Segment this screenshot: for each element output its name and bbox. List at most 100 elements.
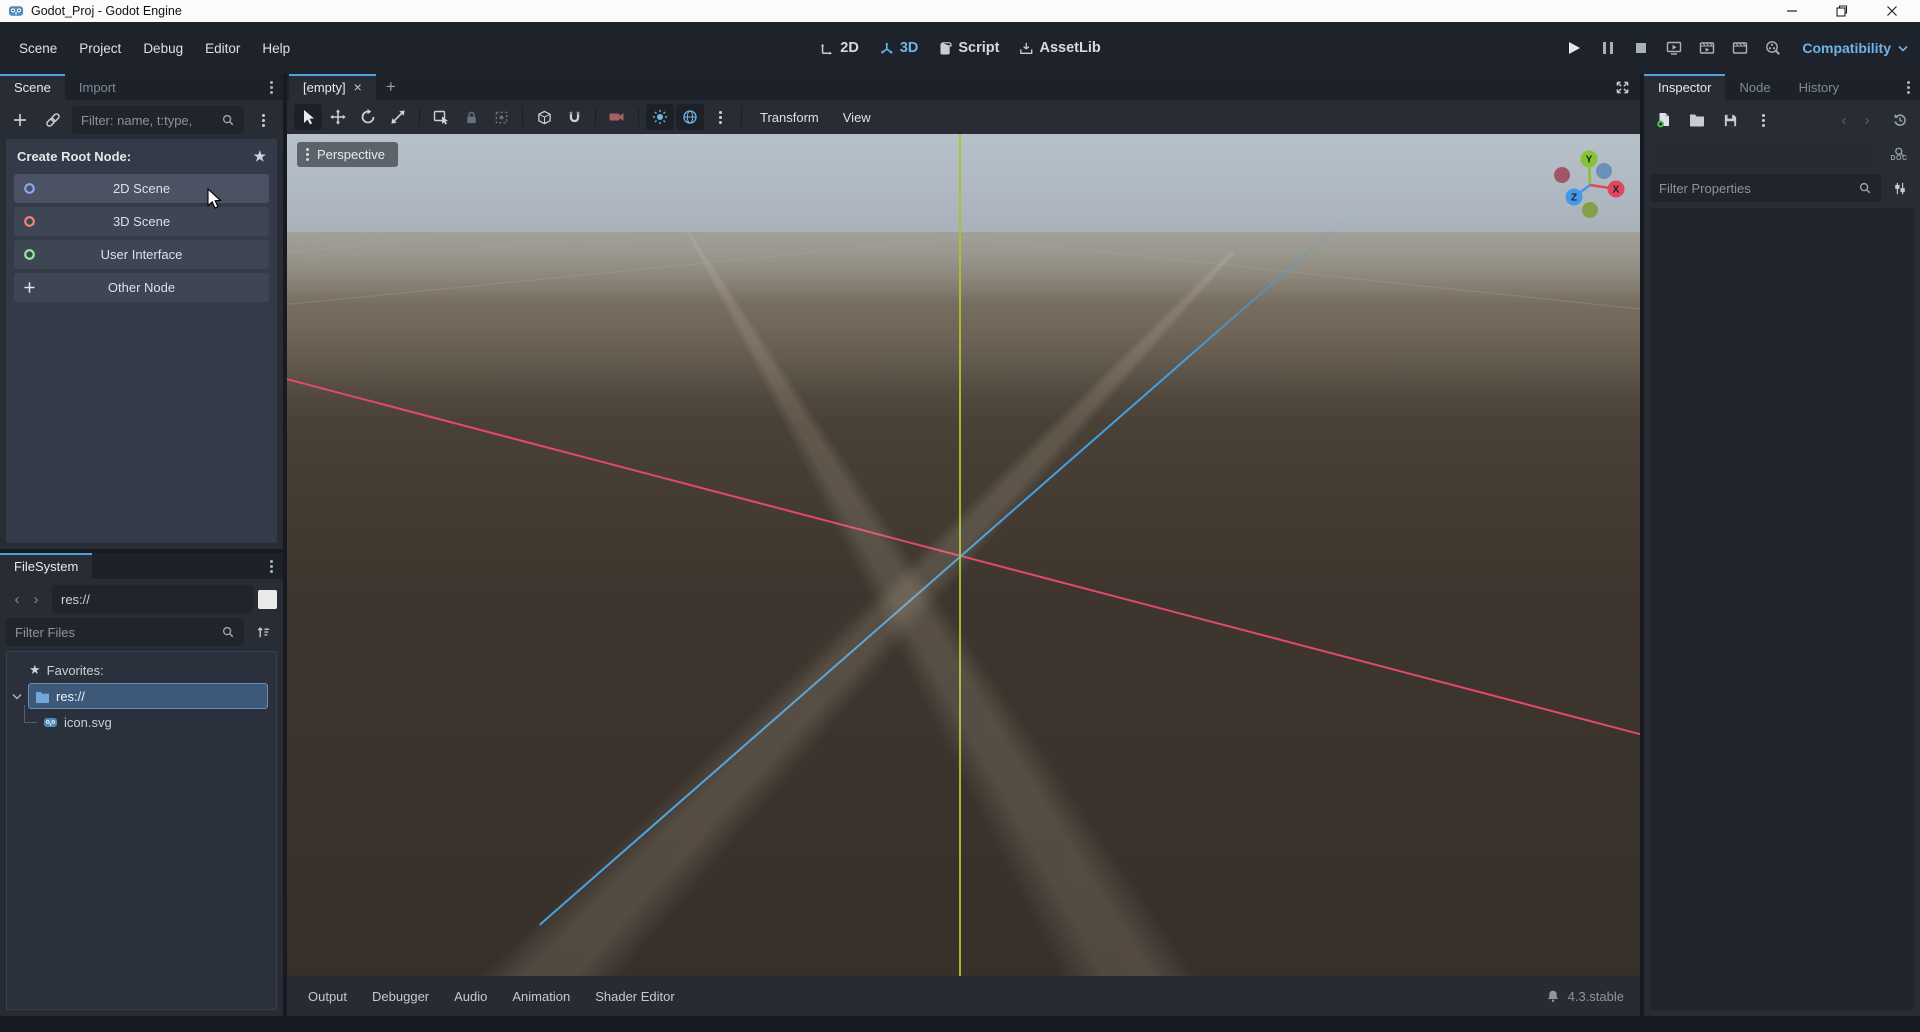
create-root-node-panel: Create Root Node: ★ 2D Scene 3D Scene Us…	[6, 139, 277, 543]
selected-folder[interactable]: res://	[28, 683, 268, 709]
menu-editor[interactable]: Editor	[194, 35, 251, 62]
new-resource-icon[interactable]	[1650, 106, 1678, 134]
resource-options-icon[interactable]	[1749, 106, 1777, 134]
chevron-expanded-icon[interactable]	[12, 693, 22, 700]
workspace-switcher: 2D 3D Script AssetLib	[819, 40, 1101, 56]
tab-history[interactable]: History	[1785, 74, 1853, 100]
save-icon[interactable]	[1716, 106, 1744, 134]
tab-import[interactable]: Import	[65, 74, 130, 100]
scene-dock-menu-icon[interactable]	[260, 74, 283, 100]
viewport-3d[interactable]: Perspective Y X Z	[287, 134, 1640, 976]
file-row-icon-svg[interactable]: icon.svg	[10, 705, 273, 735]
workspace-2d[interactable]: 2D	[819, 40, 859, 56]
transform-menu[interactable]: Transform	[749, 110, 830, 125]
viewport-toolbar: Transform View	[287, 100, 1640, 134]
perspective-menu[interactable]: Perspective	[297, 142, 398, 167]
group-icon[interactable]	[487, 104, 515, 130]
menu-debug[interactable]: Debug	[132, 35, 194, 62]
scale-tool-button[interactable]	[384, 104, 412, 130]
play-button[interactable]	[1561, 35, 1588, 61]
instantiate-scene-button[interactable]	[39, 106, 67, 134]
debugger-panel-button[interactable]: Debugger	[361, 982, 440, 1011]
favorites-row[interactable]: ★ Favorites:	[10, 657, 273, 683]
menubar: Scene Project Debug Editor Help	[0, 35, 301, 62]
remote-play-icon[interactable]	[1660, 35, 1687, 61]
select-tool-button[interactable]	[294, 104, 322, 130]
load-resource-folder-icon[interactable]	[1683, 106, 1711, 134]
renderer-dropdown[interactable]: Compatibility	[1802, 40, 1908, 56]
new-scene-tab-button[interactable]: +	[376, 74, 406, 100]
filter-properties-input[interactable]: Filter Properties	[1650, 174, 1881, 202]
menu-project[interactable]: Project	[68, 35, 132, 62]
search-icon	[222, 626, 234, 638]
workspace-3d[interactable]: 3D	[879, 40, 918, 56]
lock-icon[interactable]	[457, 104, 485, 130]
audio-panel-button[interactable]: Audio	[443, 982, 498, 1011]
create-user-interface-button[interactable]: User Interface	[14, 240, 269, 269]
expand-viewport-icon[interactable]	[1605, 74, 1640, 100]
search-help-icon[interactable]: DOC	[1884, 139, 1914, 169]
menu-help[interactable]: Help	[251, 35, 301, 62]
move-tool-button[interactable]	[324, 104, 352, 130]
snap-toggle-icon[interactable]	[560, 104, 588, 130]
animation-panel-button[interactable]: Animation	[501, 982, 581, 1011]
rotate-tool-button[interactable]	[354, 104, 382, 130]
restore-button[interactable]	[1834, 3, 1850, 19]
filesystem-tree: ★ Favorites: res:// icon.svg	[6, 651, 277, 1010]
close-button[interactable]	[1884, 3, 1900, 19]
workspace-script[interactable]: Script	[938, 40, 999, 56]
add-node-button[interactable]	[6, 106, 34, 134]
window-title: Godot_Proj - Godot Engine	[31, 4, 182, 18]
close-tab-icon[interactable]: ×	[354, 79, 362, 95]
y-axis-line	[959, 134, 961, 976]
favorites-star-icon[interactable]: ★	[253, 148, 266, 165]
property-tools-icon[interactable]	[1886, 174, 1914, 202]
object-history-icon[interactable]	[1886, 106, 1914, 134]
control-icon	[23, 248, 36, 261]
2d-icon	[819, 41, 834, 56]
script-icon	[938, 41, 952, 56]
stop-button[interactable]	[1627, 35, 1654, 61]
fs-split-mode-button[interactable]	[258, 589, 277, 609]
shader-editor-panel-button[interactable]: Shader Editor	[584, 982, 686, 1011]
view-menu[interactable]: View	[832, 110, 882, 125]
tab-filesystem[interactable]: FileSystem	[0, 553, 93, 579]
menu-scene[interactable]: Scene	[8, 35, 68, 62]
tab-node[interactable]: Node	[1725, 74, 1784, 100]
fs-path-field[interactable]: res://	[52, 585, 253, 613]
local-space-toggle-icon[interactable]	[530, 104, 558, 130]
root-folder-row[interactable]: res://	[10, 683, 273, 709]
camera-preview-icon[interactable]	[603, 104, 631, 130]
axis-gizmo[interactable]: Y X Z	[1544, 137, 1636, 223]
tab-scene[interactable]: Scene	[0, 74, 65, 100]
inspector-menu-icon[interactable]	[1897, 74, 1920, 100]
sun-environment-options-icon[interactable]	[706, 104, 734, 130]
fs-sort-icon[interactable]	[249, 618, 277, 646]
preview-environment-toggle-icon[interactable]	[676, 104, 704, 130]
filesystem-menu-icon[interactable]	[260, 553, 283, 579]
workspace-assetlib[interactable]: AssetLib	[1019, 40, 1101, 56]
notification-bell-icon[interactable]	[1546, 989, 1560, 1003]
fs-filter-input[interactable]: Filter Files	[6, 618, 244, 646]
create-2d-scene-button[interactable]: 2D Scene	[14, 174, 269, 203]
create-other-node-button[interactable]: Other Node	[14, 273, 269, 302]
tab-inspector[interactable]: Inspector	[1644, 74, 1726, 100]
create-3d-scene-button[interactable]: 3D Scene	[14, 207, 269, 236]
history-forward-icon[interactable]: ›	[1853, 106, 1881, 134]
fs-forward-button[interactable]: ›	[25, 591, 47, 608]
gizmo-z-label: Z	[1571, 193, 1577, 204]
scene-tab-empty[interactable]: [empty] ×	[289, 74, 376, 100]
scene-tree-options-icon[interactable]	[249, 106, 277, 134]
scene-dock-tabbar: Scene Import	[0, 74, 283, 100]
movie-maker-icon[interactable]	[1759, 35, 1786, 61]
output-panel-button[interactable]: Output	[297, 982, 358, 1011]
preview-sunlight-toggle-icon[interactable]	[646, 104, 674, 130]
3d-icon	[879, 41, 894, 56]
assetlib-icon	[1019, 41, 1033, 56]
play-custom-scene-button[interactable]	[1726, 35, 1753, 61]
minimize-button[interactable]	[1784, 3, 1800, 19]
pause-button[interactable]	[1594, 35, 1621, 61]
scene-filter-input[interactable]: Filter: name, t:type,	[72, 106, 244, 134]
play-scene-button[interactable]	[1693, 35, 1720, 61]
list-select-tool-button[interactable]	[427, 104, 455, 130]
